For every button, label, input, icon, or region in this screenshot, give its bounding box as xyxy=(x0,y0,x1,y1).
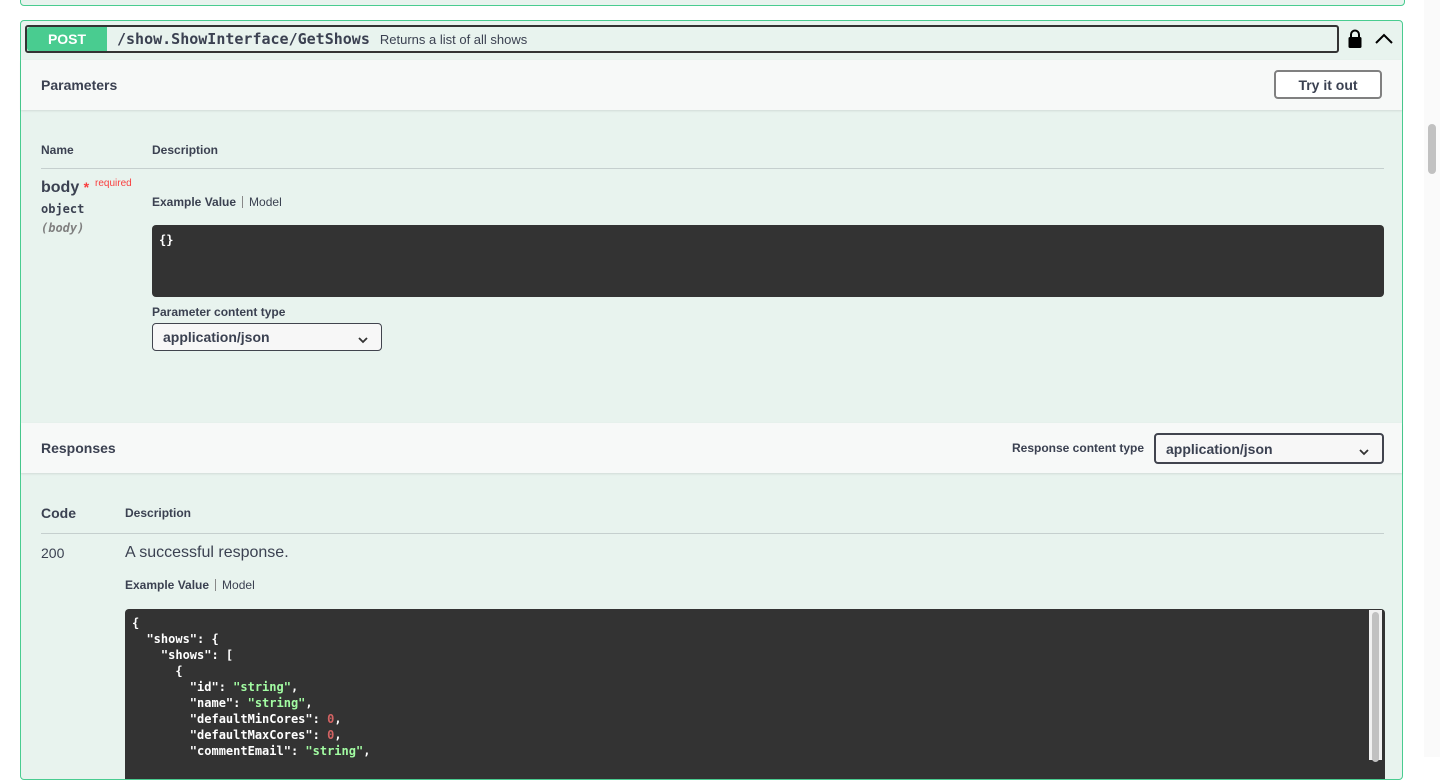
response-description: A successful response. xyxy=(125,544,289,561)
json-line: { xyxy=(132,663,1378,679)
param-content-type-select[interactable]: application/json xyxy=(152,323,382,351)
json-line: "shows": [ xyxy=(132,647,1378,663)
json-token: , xyxy=(334,728,342,742)
responses-header: Responses Response content type applicat… xyxy=(21,423,1402,473)
json-token: "defaultMinCores": xyxy=(132,712,328,726)
operation-path: /show.ShowInterface/GetShows xyxy=(117,30,370,48)
required-star: * xyxy=(83,179,90,195)
response-content-type-value: application/json xyxy=(1166,440,1273,457)
response-example-code[interactable]: { "shows": { "shows": [ { "id": "string"… xyxy=(125,609,1385,779)
response-col-description: Description xyxy=(125,506,192,520)
response-col-code: Code xyxy=(41,505,76,521)
param-example-code[interactable]: {} xyxy=(152,225,1384,297)
tab-separator xyxy=(215,579,217,591)
param-name-text: body xyxy=(41,179,80,196)
json-line: "defaultMaxCores": 0, xyxy=(132,727,1378,743)
chevron-down-icon xyxy=(357,332,369,348)
param-name: body * xyxy=(41,179,89,197)
parameters-title: Parameters xyxy=(41,77,118,93)
json-line: "name": "string", xyxy=(132,695,1378,711)
operation-block: POST /show.ShowInterface/GetShows Return… xyxy=(20,20,1403,780)
chevron-up-icon[interactable] xyxy=(1374,31,1394,50)
json-line: "shows": { xyxy=(132,631,1378,647)
json-line: "id": "string", xyxy=(132,679,1378,695)
param-location: (body) xyxy=(41,221,85,235)
code-scrollbar-thumb[interactable] xyxy=(1372,612,1379,762)
tab-model[interactable]: Model xyxy=(222,578,255,592)
param-example-text: {} xyxy=(159,233,174,247)
json-token: , xyxy=(334,712,342,726)
tab-example-value[interactable]: Example Value xyxy=(125,578,209,592)
response-header-rule xyxy=(41,533,1384,534)
response-content-type-select[interactable]: application/json xyxy=(1154,433,1384,464)
json-token: "commentEmail": xyxy=(132,744,306,758)
operation-summary[interactable]: POST /show.ShowInterface/GetShows Return… xyxy=(25,25,1339,53)
response-code: 200 xyxy=(41,545,65,561)
param-col-description: Description xyxy=(152,143,219,157)
param-col-name: Name xyxy=(41,143,74,157)
json-token: "id": xyxy=(132,680,234,694)
page-scrollbar-thumb[interactable] xyxy=(1428,124,1436,174)
json-line: { xyxy=(132,615,1378,631)
json-token: , xyxy=(290,680,299,694)
tab-example-value[interactable]: Example Value xyxy=(152,195,236,209)
json-token: , xyxy=(363,744,371,758)
param-header-rule xyxy=(41,168,1384,169)
parameters-header: Parameters Try it out xyxy=(21,60,1402,110)
lock-icon[interactable] xyxy=(1347,29,1363,54)
json-token: "name": xyxy=(132,696,248,710)
response-example-tabs: Example Value Model xyxy=(125,578,255,592)
json-token: "string" xyxy=(305,744,364,758)
tab-model[interactable]: Model xyxy=(249,195,282,209)
response-content-type-label: Response content type xyxy=(1012,441,1145,455)
chevron-down-icon xyxy=(1358,444,1370,460)
method-badge: POST xyxy=(27,27,107,51)
try-it-out-button[interactable]: Try it out xyxy=(1274,70,1382,99)
required-label: required xyxy=(95,178,132,189)
param-type: object xyxy=(41,202,85,216)
json-token: "string" xyxy=(247,696,306,710)
param-example-tabs: Example Value Model xyxy=(152,195,282,209)
json-token: "shows": [ xyxy=(132,648,234,662)
responses-title: Responses xyxy=(41,440,116,456)
param-content-type-value: application/json xyxy=(163,329,270,345)
json-token: { xyxy=(132,616,140,630)
json-token: , xyxy=(305,696,313,710)
previous-operation-block xyxy=(20,0,1405,6)
operation-summary-text: Returns a list of all shows xyxy=(379,31,528,47)
json-token: "shows": { xyxy=(132,632,219,646)
page-scrollbar-track[interactable] xyxy=(1424,0,1440,757)
tab-separator xyxy=(242,196,244,208)
json-token: { xyxy=(132,664,183,678)
json-line: "defaultMinCores": 0, xyxy=(132,711,1378,727)
json-token: "string" xyxy=(233,680,291,694)
param-content-type-label: Parameter content type xyxy=(152,305,286,319)
json-token: "defaultMaxCores": xyxy=(132,728,328,742)
